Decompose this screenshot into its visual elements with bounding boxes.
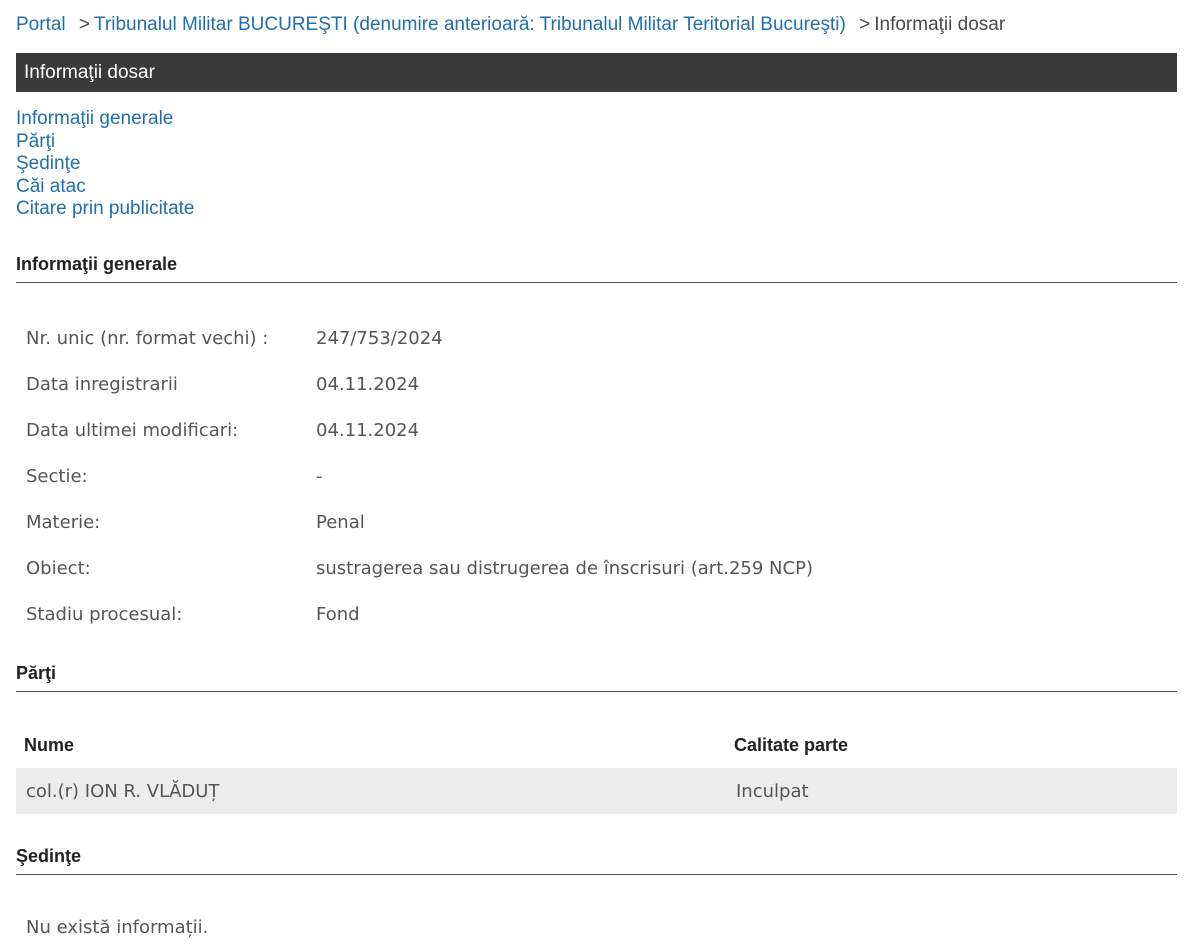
info-value: sustragerea sau distrugerea de înscrisur…: [316, 557, 813, 579]
info-row: Sectie: -: [26, 453, 813, 499]
anchor-link-informatii-generale[interactable]: Informaţii generale: [16, 108, 194, 131]
table-header-row: Nume Calitate parte: [16, 722, 1177, 768]
anchor-link-citare-prin-publicitate[interactable]: Citare prin publicitate: [16, 198, 194, 221]
anchor-link-sedinte[interactable]: Şedinţe: [16, 153, 194, 176]
info-row: Data inregistrarii 04.11.2024: [26, 361, 813, 407]
anchor-link-parti[interactable]: Părţi: [16, 131, 194, 154]
breadcrumb-portal-link[interactable]: Portal: [16, 14, 66, 35]
info-label: Obiect:: [26, 557, 91, 579]
info-row: Materie: Penal: [26, 499, 813, 545]
breadcrumb-court-link[interactable]: Tribunalul Militar BUCUREŞTI (denumire a…: [94, 14, 846, 35]
info-row: Stadiu procesual: Fond: [26, 591, 813, 637]
info-label: Data inregistrarii: [26, 373, 178, 395]
info-row: Data ultimei modificari: 04.11.2024: [26, 407, 813, 453]
section-heading-parti: Părţi: [16, 662, 1177, 692]
info-value: Fond: [316, 603, 360, 625]
anchor-link-cai-atac[interactable]: Căi atac: [16, 176, 194, 199]
sedinte-empty-message: Nu există informații.: [26, 917, 209, 938]
table-row: col.(r) ION R. VLĂDUȚ Inculpat: [16, 768, 1177, 814]
info-row: Nr. unic (nr. format vechi) : 247/753/20…: [26, 315, 813, 361]
breadcrumb-current: Informaţii dosar: [874, 14, 1006, 35]
section-heading-sedinte: Şedinţe: [16, 845, 1177, 875]
info-label: Sectie:: [26, 465, 88, 487]
section-heading-informatii-generale: Informaţii generale: [16, 253, 1177, 283]
breadcrumb: Portal > Tribunalul Militar BUCUREŞTI (de…: [16, 13, 1005, 37]
info-value: -: [316, 465, 323, 487]
column-header-calitate-parte: Calitate parte: [734, 734, 849, 755]
info-value: Penal: [316, 511, 365, 533]
page-title: Informaţii dosar: [24, 62, 155, 83]
party-name: col.(r) ION R. VLĂDUȚ: [16, 768, 726, 814]
info-label: Nr. unic (nr. format vechi) :: [26, 327, 269, 349]
info-value: 04.11.2024: [316, 419, 420, 441]
breadcrumb-separator: >: [859, 14, 871, 35]
info-row: Obiect: sustragerea sau distrugerea de î…: [26, 545, 813, 591]
party-role: Inculpat: [726, 768, 1177, 814]
column-header-nume: Nume: [24, 734, 75, 755]
info-label: Data ultimei modificari:: [26, 419, 239, 441]
page-title-bar: Informaţii dosar: [16, 53, 1177, 92]
breadcrumb-separator: >: [78, 14, 91, 35]
info-label: Materie:: [26, 511, 101, 533]
general-info-table: Nr. unic (nr. format vechi) : 247/753/20…: [26, 315, 813, 637]
parti-table: Nume Calitate parte col.(r) ION R. VLĂDU…: [16, 722, 1177, 814]
info-value: 04.11.2024: [316, 373, 420, 395]
info-label: Stadiu procesual:: [26, 603, 183, 625]
section-anchor-nav: Informaţii generale Părţi Şedinţe Căi at…: [16, 108, 194, 221]
info-value: 247/753/2024: [316, 327, 443, 349]
